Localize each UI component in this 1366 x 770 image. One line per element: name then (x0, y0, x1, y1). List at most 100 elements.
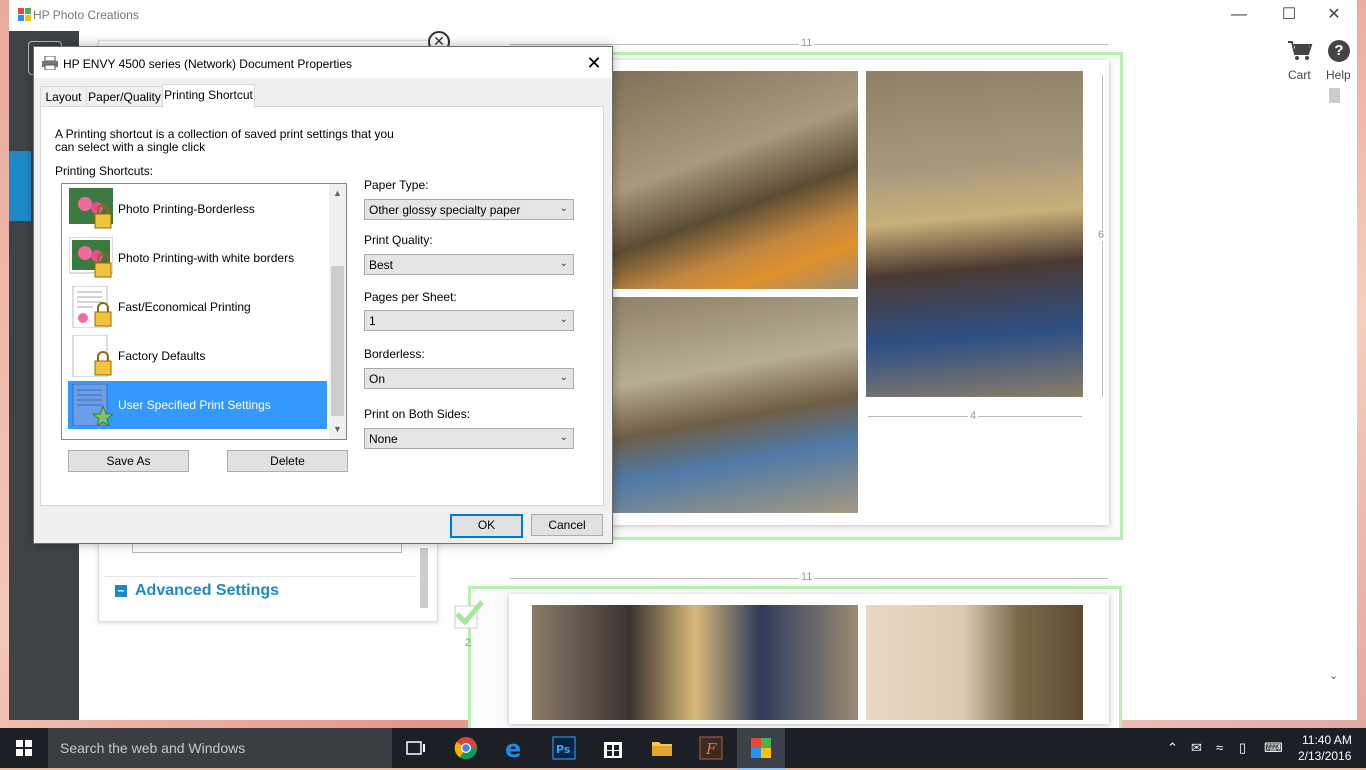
svg-text:F: F (705, 740, 717, 758)
shortcut-item[interactable]: Fast/Economical Printing (68, 283, 327, 331)
cart-icon[interactable] (1287, 40, 1313, 62)
chevron-down-icon: ⌄ (559, 258, 568, 269)
photo-lock-icon (69, 188, 113, 229)
print-quality-select[interactable]: Best ⌄ (364, 254, 574, 275)
help-label[interactable]: Help (1326, 68, 1351, 82)
task-view-icon[interactable] (404, 736, 428, 760)
chevron-down-icon: ⌄ (559, 432, 568, 443)
pages-per-sheet-label: Pages per Sheet: (364, 290, 457, 304)
shortcut-item-selected[interactable]: User Specified Print Settings (68, 381, 327, 429)
delete-button[interactable]: Delete (227, 450, 348, 472)
store-icon[interactable] (601, 736, 625, 760)
photo-beach-rotated[interactable] (866, 605, 1083, 720)
borderless-value: On (369, 372, 386, 386)
windows-start-icon[interactable] (0, 728, 48, 768)
dialog-titlebar: HP ENVY 4500 series (Network) Document P… (34, 47, 612, 78)
show-hidden-icons-icon[interactable]: ⌃ (1167, 740, 1178, 756)
minimize-icon[interactable]: — (1228, 4, 1250, 26)
scroll-up-icon[interactable]: ▲ (329, 188, 346, 198)
help-icon[interactable]: ? (1328, 40, 1350, 62)
chrome-icon[interactable] (454, 736, 478, 760)
document-lock-icon (72, 286, 112, 328)
advanced-settings-label: Advanced Settings (135, 582, 280, 599)
collapse-icon: – (115, 584, 127, 597)
paper-type-label: Paper Type: (364, 178, 429, 192)
clock-time[interactable]: 11:40 AM (1302, 733, 1352, 747)
page1-width-label: 11 (799, 37, 815, 49)
app-f-icon[interactable]: F (699, 736, 723, 760)
hp-app-icon (18, 8, 31, 21)
photo-mother-son[interactable] (866, 71, 1083, 397)
both-sides-select[interactable]: None ⌄ (364, 428, 574, 449)
photo-boy-window[interactable] (610, 71, 858, 289)
photo-wall-window[interactable] (610, 297, 858, 513)
star-document-icon (72, 384, 113, 426)
search-placeholder: Search the web and Windows (60, 740, 246, 756)
maximize-icon[interactable]: ☐ (1278, 4, 1300, 26)
scroll-down-icon[interactable]: ⌄ (1329, 669, 1338, 682)
page1-height-label: 6 (1096, 229, 1107, 241)
list-scrollbar-thumb[interactable] (331, 266, 344, 416)
close-icon[interactable]: ✕ (1323, 4, 1345, 26)
hp-titlebar: HP Photo Creations — ☐ ✕ (9, 0, 1357, 31)
chevron-down-icon: ⌄ (559, 314, 568, 325)
shortcut-description: A Printing shortcut is a collection of s… (55, 127, 394, 154)
notification-icon[interactable]: ▯ (1239, 740, 1246, 756)
photoshop-icon[interactable]: Ps (552, 736, 576, 760)
action-center-icon[interactable]: ✉ (1191, 740, 1202, 756)
checkmark-icon[interactable] (452, 598, 486, 630)
blank-lock-icon (72, 335, 112, 377)
borderless-select[interactable]: On ⌄ (364, 368, 574, 389)
shortcut-label: User Specified Print Settings (118, 398, 271, 412)
tab-printing-shortcut[interactable]: Printing Shortcut (162, 84, 255, 108)
dialog-close-icon[interactable]: ✕ (582, 52, 606, 74)
both-sides-label: Print on Both Sides: (364, 407, 471, 421)
sidebar-active-item[interactable] (9, 151, 31, 221)
save-as-button[interactable]: Save As (68, 450, 189, 472)
cart-label[interactable]: Cart (1288, 68, 1311, 82)
wifi-icon[interactable]: ≈ (1216, 740, 1223, 755)
shortcut-label: Photo Printing-with white borders (118, 251, 295, 265)
taskbar-search-box[interactable]: Search the web and Windows (48, 728, 392, 768)
window-title: HP Photo Creations (33, 8, 139, 22)
tab-layout[interactable]: Layout (40, 86, 87, 107)
shortcut-item[interactable]: Photo Printing-Borderless (68, 185, 327, 233)
chevron-down-icon: ⌄ (559, 203, 568, 214)
panel-scrollbar[interactable] (420, 548, 428, 608)
shortcut-label: Factory Defaults (118, 349, 206, 363)
dialog-title: HP ENVY 4500 series (Network) Document P… (63, 57, 353, 71)
pages-per-sheet-select[interactable]: 1 ⌄ (364, 310, 574, 331)
keyboard-icon[interactable]: ⌨ (1264, 740, 1283, 756)
shortcut-item[interactable]: Factory Defaults (68, 332, 327, 380)
taskbar: Search the web and Windows e Ps F ⌃ ✉ ≈ … (0, 728, 1366, 770)
scroll-down-icon[interactable]: ▼ (329, 424, 346, 434)
list-scrollbar[interactable]: ▲ ▼ (329, 184, 346, 439)
borderless-label: Borderless: (364, 347, 425, 361)
both-sides-value: None (369, 432, 398, 446)
photo-family-rotated[interactable] (532, 605, 858, 720)
chevron-down-icon: ⌄ (559, 372, 568, 383)
file-explorer-icon[interactable] (650, 736, 674, 760)
shortcuts-label: Printing Shortcuts: (55, 164, 154, 178)
page2-width-label: 11 (799, 571, 815, 583)
printer-icon (42, 56, 58, 70)
svg-text:Ps: Ps (556, 743, 571, 756)
advanced-settings-header[interactable]: – Advanced Settings (105, 576, 417, 609)
scrollbar-thumb[interactable] (1329, 88, 1340, 103)
print-quality-label: Print Quality: (364, 233, 433, 247)
shortcut-list[interactable]: Photo Printing-Borderless Photo Printing… (61, 183, 347, 440)
clock-date[interactable]: 2/13/2016 (1298, 749, 1351, 763)
svg-text:e: e (505, 736, 521, 760)
cancel-button[interactable]: Cancel (531, 514, 603, 536)
hp-photo-creations-icon[interactable] (749, 736, 773, 760)
edge-icon[interactable]: e (503, 736, 527, 760)
tab-paper-quality[interactable]: Paper/Quality (86, 86, 163, 107)
paper-type-value: Other glossy specialty paper (369, 203, 521, 217)
page2-number: 2 (465, 637, 472, 649)
shortcut-label: Fast/Economical Printing (118, 300, 251, 314)
ok-button[interactable]: OK (450, 514, 523, 538)
print-quality-value: Best (369, 258, 394, 272)
shortcut-label: Photo Printing-Borderless (118, 202, 255, 216)
shortcut-item[interactable]: Photo Printing-with white borders (68, 234, 327, 282)
paper-type-select[interactable]: Other glossy specialty paper ⌄ (364, 199, 574, 220)
